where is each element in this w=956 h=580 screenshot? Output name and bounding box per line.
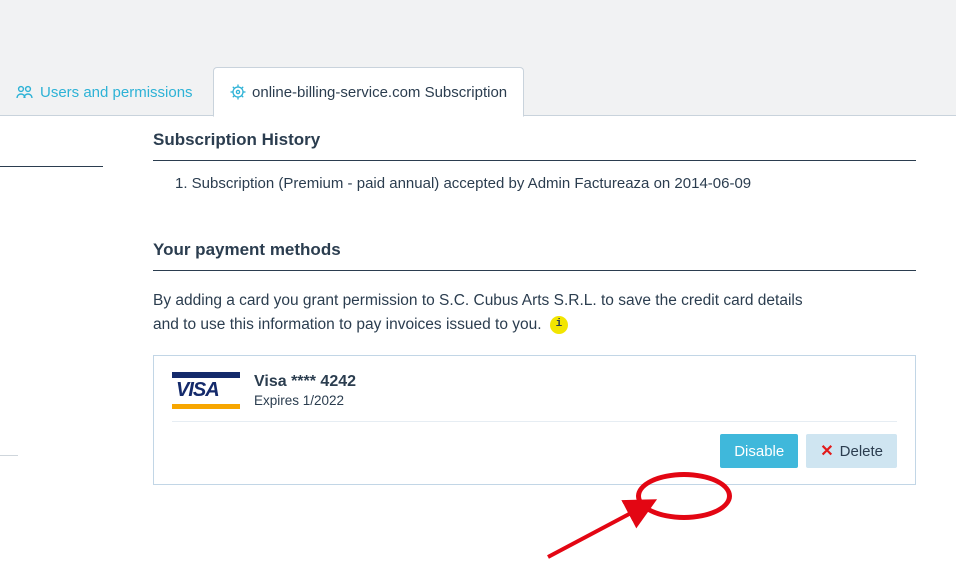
desc-line: and to use this information to pay invoi…: [153, 316, 542, 333]
payment-card-panel: VISA Visa **** 4242 Expires 1/2022 Disab…: [153, 355, 916, 485]
payment-methods-description: By adding a card you grant permission to…: [153, 289, 916, 337]
decorative-rule: [0, 455, 18, 456]
button-label: Disable: [734, 443, 784, 460]
info-icon[interactable]: i: [550, 316, 568, 334]
card-info: Visa **** 4242 Expires 1/2022: [254, 373, 356, 408]
payment-methods-heading: Your payment methods: [153, 240, 916, 271]
gear-icon: [230, 84, 246, 100]
card-name: Visa **** 4242: [254, 373, 356, 391]
tab-label: Users and permissions: [40, 84, 193, 101]
card-row: VISA Visa **** 4242 Expires 1/2022: [172, 372, 897, 422]
card-actions: Disable ✕ Delete: [172, 434, 897, 468]
subscription-history-heading: Subscription History: [153, 130, 916, 161]
visa-logo: VISA: [172, 372, 240, 409]
desc-line: By adding a card you grant permission to…: [153, 292, 803, 309]
tab-label: online-billing-service.com Subscription: [252, 84, 507, 101]
users-icon: [16, 85, 34, 99]
decorative-rule: [0, 166, 103, 167]
disable-button[interactable]: Disable: [720, 434, 798, 468]
tab-subscription[interactable]: online-billing-service.com Subscription: [213, 67, 524, 117]
history-item: 1. Subscription (Premium - paid annual) …: [153, 161, 916, 192]
tab-users-permissions[interactable]: Users and permissions: [0, 67, 209, 117]
annotation-arrow: [540, 495, 680, 565]
tab-bar: Users and permissions online-billing-ser…: [0, 66, 956, 116]
visa-logo-text: VISA: [172, 378, 240, 404]
top-bar: [0, 0, 956, 68]
delete-button[interactable]: ✕ Delete: [806, 434, 897, 468]
close-icon: ✕: [820, 441, 833, 461]
main-content: Subscription History 1. Subscription (Pr…: [153, 130, 916, 485]
button-label: Delete: [840, 443, 883, 460]
card-expires: Expires 1/2022: [254, 393, 356, 408]
